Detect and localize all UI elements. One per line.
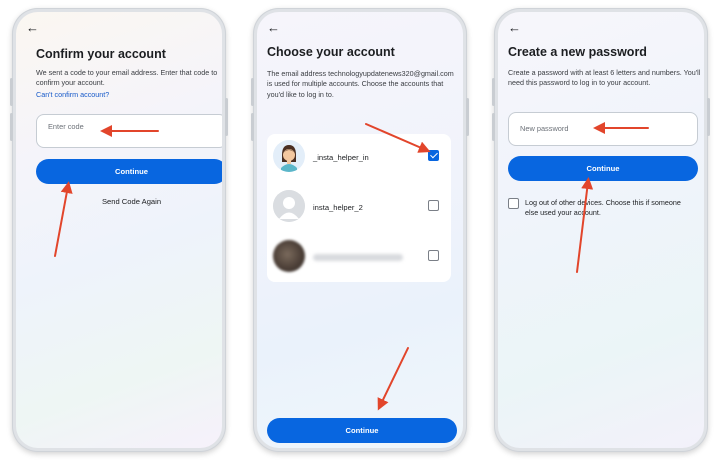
page-title: Choose your account [267, 45, 395, 59]
phone-side-button [492, 113, 495, 141]
account-checkbox[interactable] [428, 250, 439, 261]
account-row[interactable]: insta_helper_2 [267, 184, 451, 232]
screen-choose-account: ← Choose your account The email address … [257, 12, 463, 448]
blurred-photo-avatar [273, 240, 305, 272]
continue-button[interactable]: Continue [267, 418, 457, 443]
account-list: _insta_helper_in insta_helper_2 [267, 134, 451, 282]
phone-frame-new-password: ← Create a new password Create a passwor… [492, 8, 710, 452]
screen-confirm-account: ← Confirm your account We sent a code to… [16, 12, 222, 448]
phone-side-button [251, 78, 254, 106]
page-title: Create a new password [508, 45, 647, 59]
continue-button[interactable]: Continue [508, 156, 698, 181]
page-description: We sent a code to your email address. En… [36, 68, 218, 88]
new-password-input[interactable]: New password [508, 112, 698, 146]
phone-frame-choose-account: ← Choose your account The email address … [251, 8, 469, 452]
continue-button[interactable]: Continue [36, 159, 222, 184]
phone-frame-confirm-account: ← Confirm your account We sent a code to… [10, 8, 228, 452]
logout-checkbox[interactable] [508, 198, 519, 209]
phone-side-button [251, 113, 254, 141]
phone-side-button [492, 78, 495, 106]
blurred-username [313, 254, 403, 261]
cartoon-user-avatar [273, 140, 305, 172]
code-input[interactable]: Enter code [36, 114, 222, 148]
page-description: Create a password with at least 6 letter… [508, 68, 701, 88]
arrow-left-icon[interactable]: ← [508, 21, 521, 34]
new-password-placeholder: New password [520, 124, 569, 133]
phone-side-button [225, 98, 228, 136]
arrow-left-icon[interactable]: ← [26, 21, 39, 34]
account-username: insta_helper_2 [313, 203, 363, 212]
account-checkbox[interactable] [428, 200, 439, 211]
code-input-placeholder: Enter code [48, 122, 84, 131]
account-username: _insta_helper_in [313, 153, 369, 162]
send-code-again-link[interactable]: Send Code Again [36, 197, 222, 206]
default-user-avatar [273, 190, 305, 222]
arrow-left-icon[interactable]: ← [267, 21, 280, 34]
phone-side-button [707, 98, 710, 136]
logout-option-label: Log out of other devices. Choose this if… [525, 198, 681, 218]
page-title: Confirm your account [36, 47, 166, 61]
phone-side-button [10, 113, 13, 141]
cant-confirm-link[interactable]: Can't confirm account? [36, 90, 109, 99]
account-row[interactable] [267, 234, 451, 282]
page-description: The email address technologyupdatenews32… [267, 69, 454, 99]
screen-new-password: ← Create a new password Create a passwor… [498, 12, 704, 448]
account-row[interactable]: _insta_helper_in [267, 134, 451, 182]
phone-side-button [466, 98, 469, 136]
account-checkbox[interactable] [428, 150, 439, 161]
phone-side-button [10, 78, 13, 106]
